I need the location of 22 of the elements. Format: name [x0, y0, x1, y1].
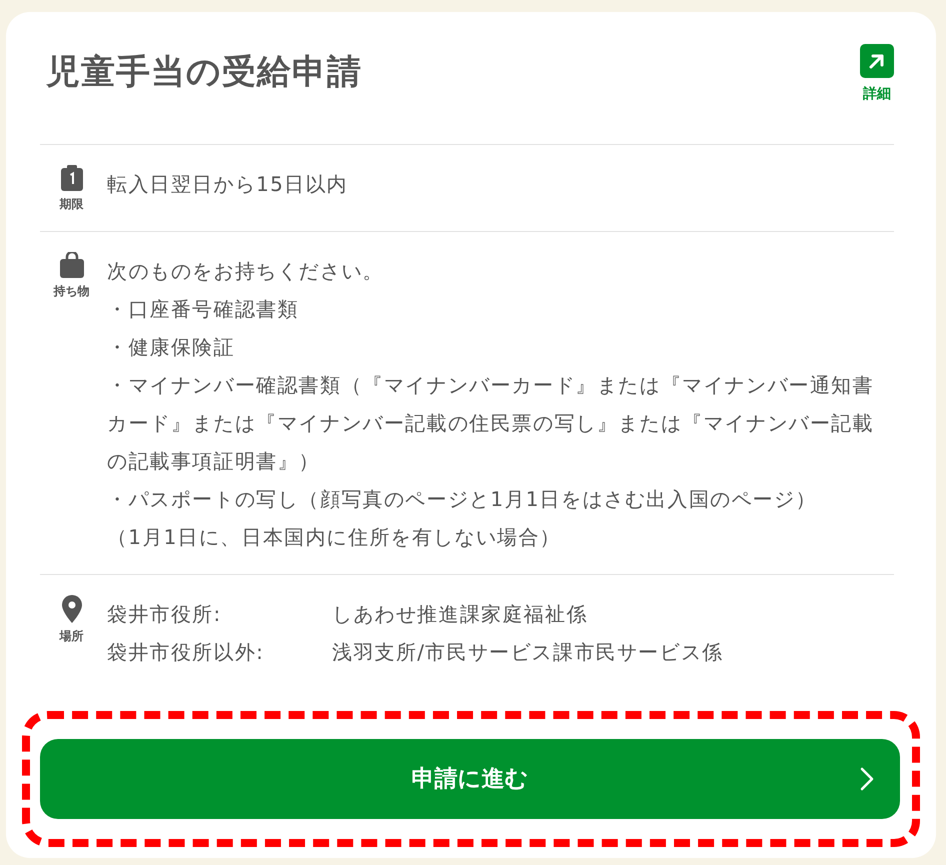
detail-link[interactable]: 詳細 — [860, 44, 894, 105]
info-text: ・口座番号確認書類 — [107, 296, 300, 323]
bag-icon — [60, 252, 84, 278]
location-pin-icon — [62, 595, 82, 623]
info-text: （1月1日に、日本国内に住所を有しない場合） — [107, 524, 562, 551]
external-link-icon — [860, 44, 894, 78]
calendar-icon — [60, 165, 82, 191]
section-label: 持ち物 — [54, 283, 90, 300]
section-label: 期限 — [60, 196, 84, 213]
apply-button[interactable]: 申請に進む — [40, 739, 900, 819]
info-text: ・健康保険証 — [107, 334, 236, 361]
info-text: ・パスポートの写し（顔写真のページと1月1日をはさむ出入国のページ） — [107, 486, 818, 513]
info-text: 次のものをお持ちください。 — [107, 258, 385, 285]
info-text: ・マイナンバー確認書類（『マイナンバーカード』または『マイナンバー通知書カード』または『マイナンバー記載の住民票の写し』または『マイナンバー記載の記載事項証明書』） — [107, 372, 875, 475]
place-value: 浅羽支所/市民サービス課市民サービス係 — [332, 639, 724, 666]
place-name: 袋井市役所: — [107, 601, 223, 628]
place-value: しあわせ推進課家庭福祉係 — [332, 601, 588, 628]
chevron-right-icon — [860, 767, 874, 791]
place-name: 袋井市役所以外: — [107, 639, 266, 666]
page-title: 児童手当の受給申請 — [46, 52, 362, 93]
info-text: 転入日翌日から15日以内 — [107, 171, 350, 198]
section-label: 場所 — [60, 628, 84, 645]
